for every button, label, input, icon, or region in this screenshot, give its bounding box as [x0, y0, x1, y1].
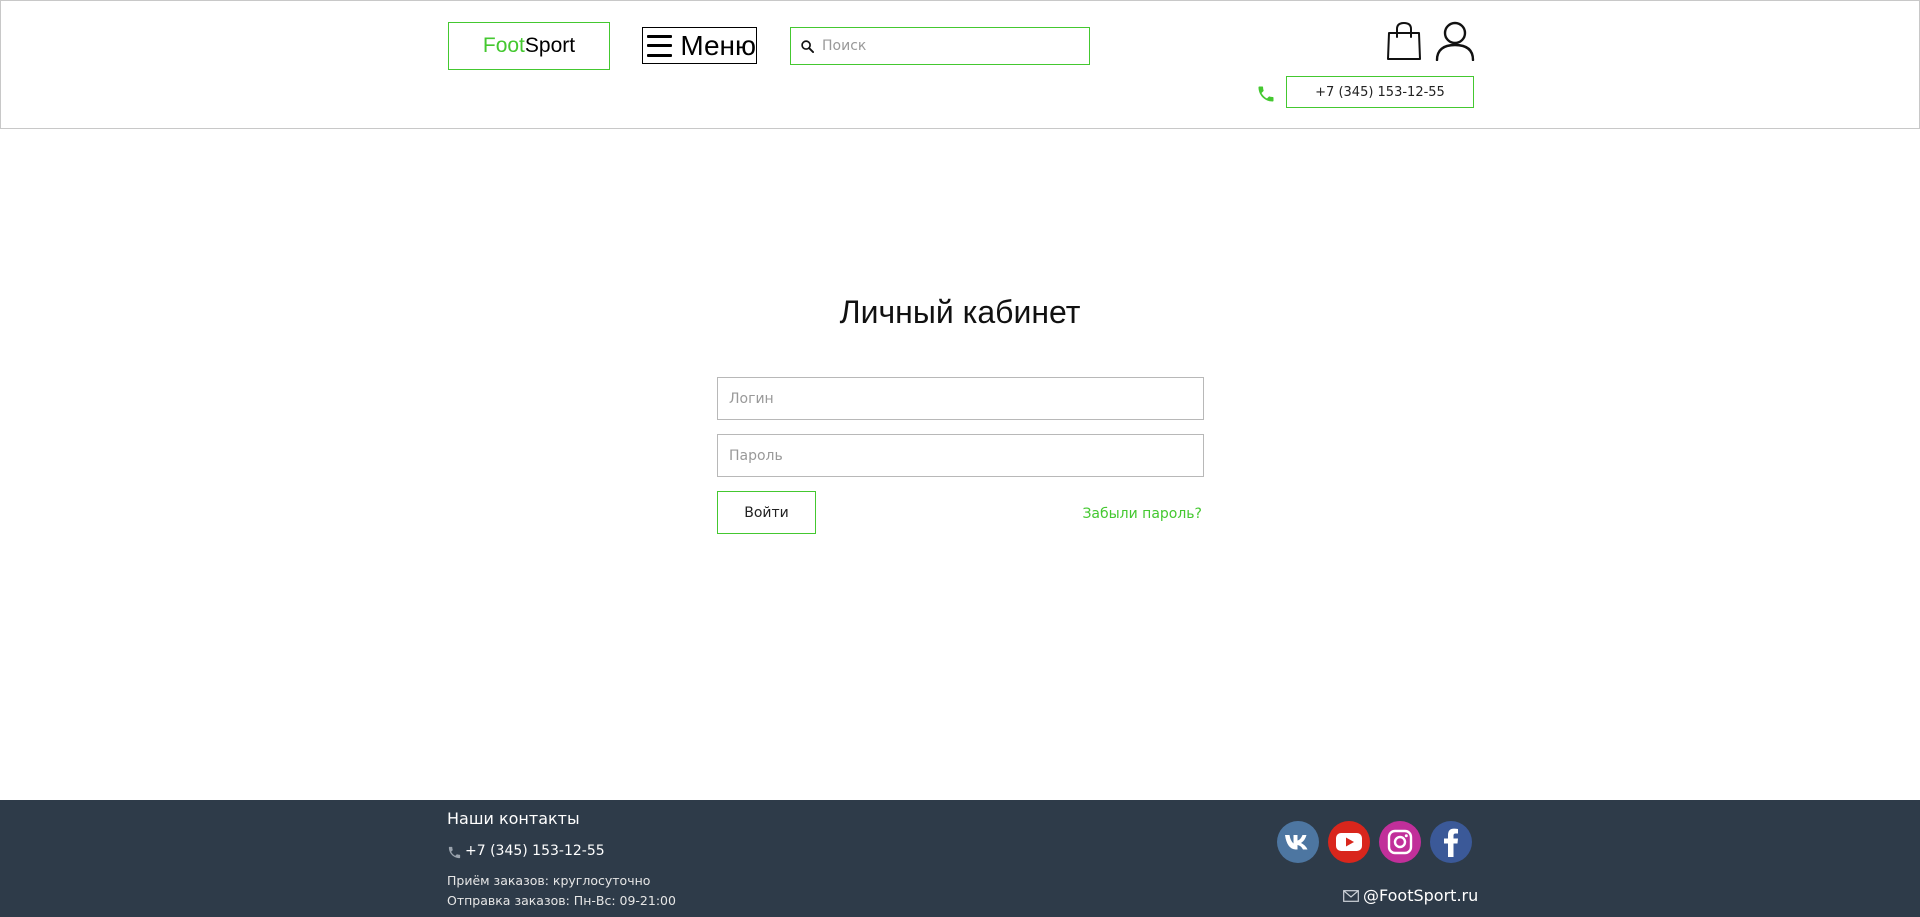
facebook-icon	[1444, 828, 1458, 857]
logo[interactable]: Foot Sport	[448, 22, 610, 70]
phone-icon	[448, 846, 461, 859]
search-box[interactable]	[790, 27, 1090, 65]
menu-label: Меню	[680, 29, 756, 61]
logo-part-foot: Foot	[482, 34, 525, 57]
search-input[interactable]	[822, 38, 1062, 54]
forgot-password-link[interactable]: Забыли пароль?	[1060, 506, 1202, 522]
password-input[interactable]	[717, 434, 1204, 477]
phone-icon	[1258, 86, 1274, 102]
instagram-link[interactable]	[1379, 821, 1421, 863]
site-footer	[0, 800, 1920, 917]
youtube-link[interactable]	[1328, 821, 1370, 863]
vk-link[interactable]	[1277, 821, 1319, 863]
instagram-icon	[1387, 829, 1413, 855]
orders-hours: Приём заказов: круглосуточно	[447, 873, 651, 888]
vk-icon	[1285, 835, 1308, 850]
shipping-hours: Отправка заказов: Пн-Вс: 09-21:00	[447, 893, 676, 908]
mail-icon	[1343, 890, 1359, 902]
shopping-bag-icon[interactable]	[1386, 21, 1422, 61]
footer-email-link[interactable]: @FootSport.ru	[1363, 886, 1478, 905]
user-icon[interactable]	[1435, 21, 1475, 61]
footer-title: Наши контакты	[447, 809, 580, 828]
header-phone[interactable]: +7 (345) 153-12-55	[1286, 76, 1474, 108]
search-icon	[801, 39, 814, 53]
site-header: FootSport Меню +7 (345) 153-12-55	[0, 0, 1920, 129]
youtube-icon	[1336, 833, 1362, 851]
footer-phone[interactable]: +7 (345) 153-12-55	[465, 843, 605, 859]
page-title: Личный кабинет	[839, 294, 1081, 330]
facebook-link[interactable]	[1430, 821, 1472, 863]
logo-part-sport: Sport	[524, 34, 576, 57]
login-button[interactable]: Войти	[717, 491, 816, 534]
login-input[interactable]	[717, 377, 1204, 420]
hamburger-icon	[647, 34, 673, 57]
menu-button[interactable]: Меню	[642, 27, 757, 64]
